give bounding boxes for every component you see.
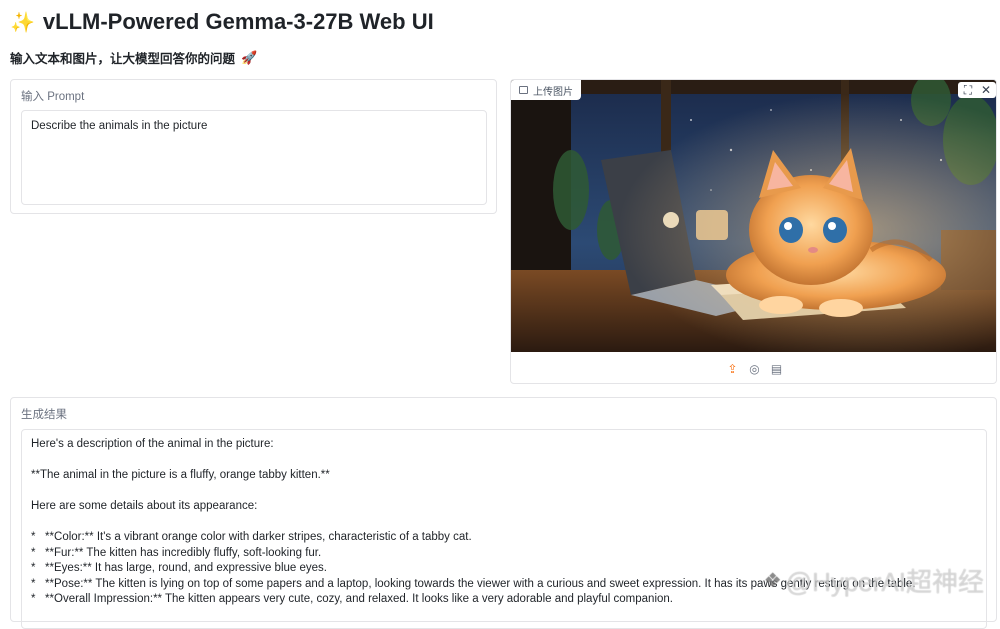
sparkle-icon: ✨ [10,11,35,34]
result-line [31,515,977,531]
prompt-label: 输入 Prompt [21,91,85,103]
upload-icon[interactable]: ⇪ [726,362,740,376]
paw-icon: ❖ [763,570,782,592]
webcam-icon[interactable]: ◎ [748,362,762,376]
result-line: **The animal in the picture is a fluffy,… [31,469,330,481]
close-icon[interactable]: ✕ [979,82,993,98]
image-icon [519,86,528,94]
page-title: ✨ vLLM-Powered Gemma-3-27B Web UI [10,6,434,38]
fullscreen-icon[interactable]: ⛶ [961,82,975,98]
result-output[interactable]: Here's a description of the animal in th… [21,429,987,629]
page-subtitle-text: 输入文本和图片，让大模型回答你的问题 [10,52,236,66]
rocket-icon: 🚀 [241,49,258,65]
image-upload-panel: 上传图片 ⛶ ✕ ⇪ ◎ ▤ [510,79,997,384]
image-label: 上传图片 [533,86,573,98]
kitten-illustration [511,80,996,352]
page-subtitle: 输入文本和图片，让大模型回答你的问题 🚀 [10,48,257,67]
image-label-chip: 上传图片 [511,80,581,100]
watermark-text: @HyperAI超神经 [785,567,984,597]
page-title-text: vLLM-Powered Gemma-3-27B Web UI [42,9,434,34]
prompt-panel: 输入 Prompt Describe the animals in the pi… [10,79,497,214]
prompt-input[interactable]: Describe the animals in the picture [21,110,487,205]
clipboard-icon[interactable]: ▤ [770,362,784,376]
result-label: 生成结果 [21,409,67,421]
result-line [31,484,977,500]
image-toolbar: ⛶ ✕ [958,82,996,98]
result-line: * **Fur:** The kitten has incredibly flu… [31,546,322,559]
result-line [31,453,977,469]
watermark: ❖ @HyperAI超神经 [764,562,984,599]
image-source-toolbar: ⇪ ◎ ▤ [511,352,996,383]
result-line: Here are some details about its appearan… [31,500,258,512]
result-line: * **Color:** It's a vibrant orange color… [31,531,472,543]
uploaded-image[interactable]: 上传图片 ⛶ ✕ [511,80,996,352]
result-line: Here's a description of the animal in th… [31,438,274,450]
